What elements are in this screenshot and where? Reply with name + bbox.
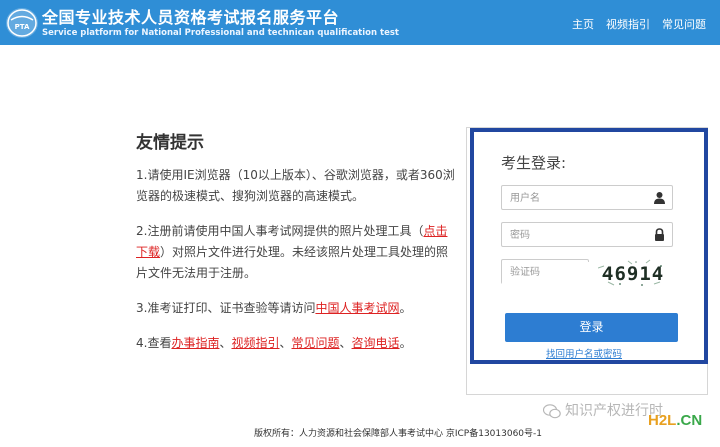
- video-guide-link[interactable]: 视频指引: [231, 336, 279, 350]
- captcha-field: [501, 259, 590, 284]
- contact-phone-link[interactable]: 咨询电话: [352, 336, 400, 350]
- faq-link[interactable]: 常见问题: [292, 336, 340, 350]
- captcha-image[interactable]: 46914: [598, 258, 668, 288]
- tip-item-4-text: 4.查看: [136, 336, 172, 350]
- tip-item-2-text-end: ）对照片文件进行处理。未经该照片处理工具处理的照片文件无法用于注册。: [136, 245, 449, 280]
- separator: 、: [279, 336, 292, 350]
- top-nav: 主页 视频指引 常见问题: [572, 16, 706, 32]
- h2l-text: H2L: [648, 412, 677, 429]
- h2l-logo: H2L.CN: [648, 412, 702, 429]
- password-input[interactable]: [502, 224, 658, 247]
- footer-copyright: 版权所有：人力资源和社会保障部人事考试中心 京ICP备13013060号-1: [254, 429, 543, 439]
- logo-text: PTA: [15, 23, 30, 31]
- login-title: 考生登录:: [501, 154, 567, 172]
- tip-item-3-text: 3.准考证打印、证书查验等请访问: [136, 301, 316, 315]
- captcha-code: 46914: [602, 263, 664, 285]
- forgot-credentials-link[interactable]: 找回用户名或密码: [546, 346, 622, 360]
- nav-video-guide-link[interactable]: 视频指引: [606, 16, 650, 32]
- h2l-domain: .CN: [676, 412, 703, 429]
- tip-item-4-text-end: 。: [399, 336, 412, 350]
- username-field: [501, 185, 673, 210]
- separator: 、: [219, 336, 232, 350]
- wechat-watermark: 知识产权进行时: [543, 400, 663, 420]
- site-title: 全国专业技术人员资格考试报名服务平台: [42, 8, 340, 27]
- cpta-site-link[interactable]: 中国人事考试网: [315, 301, 399, 315]
- tip-item-4: 4.查看办事指南、视频指引、常见问题、咨询电话。: [136, 333, 456, 354]
- nav-home-link[interactable]: 主页: [572, 16, 594, 32]
- tip-item-2: 2.注册前请使用中国人事考试网提供的照片处理工具（点击下载）对照片文件进行处理。…: [136, 221, 456, 284]
- tips-title: 友情提示: [136, 133, 204, 153]
- header-bar: PTA 全国专业技术人员资格考试报名服务平台 Service platform …: [0, 0, 720, 45]
- user-icon: [654, 192, 665, 204]
- tip-item-3: 3.准考证打印、证书查验等请访问中国人事考试网。: [136, 298, 456, 319]
- username-input[interactable]: [502, 187, 658, 210]
- nav-faq-link[interactable]: 常见问题: [662, 16, 706, 32]
- tips-panel: 友情提示 1.请使用IE浏览器（10以上版本）、谷歌浏览器，或者360浏览器的极…: [136, 128, 456, 368]
- wechat-icon: [543, 403, 561, 418]
- pta-logo-icon: PTA: [6, 8, 38, 38]
- tip-item-2-text: 2.注册前请使用中国人事考试网提供的照片处理工具（: [136, 224, 424, 238]
- guide-link[interactable]: 办事指南: [171, 336, 219, 350]
- password-field: [501, 222, 673, 247]
- tip-item-1: 1.请使用IE浏览器（10以上版本）、谷歌浏览器，或者360浏览器的极速模式、搜…: [136, 168, 455, 203]
- tip-item-3-text-end: 。: [399, 301, 412, 315]
- login-button[interactable]: 登录: [505, 313, 678, 342]
- site-subtitle: Service platform for National Profession…: [42, 28, 399, 38]
- lock-icon: [655, 228, 664, 241]
- separator: 、: [339, 336, 352, 350]
- captcha-input[interactable]: [502, 261, 590, 284]
